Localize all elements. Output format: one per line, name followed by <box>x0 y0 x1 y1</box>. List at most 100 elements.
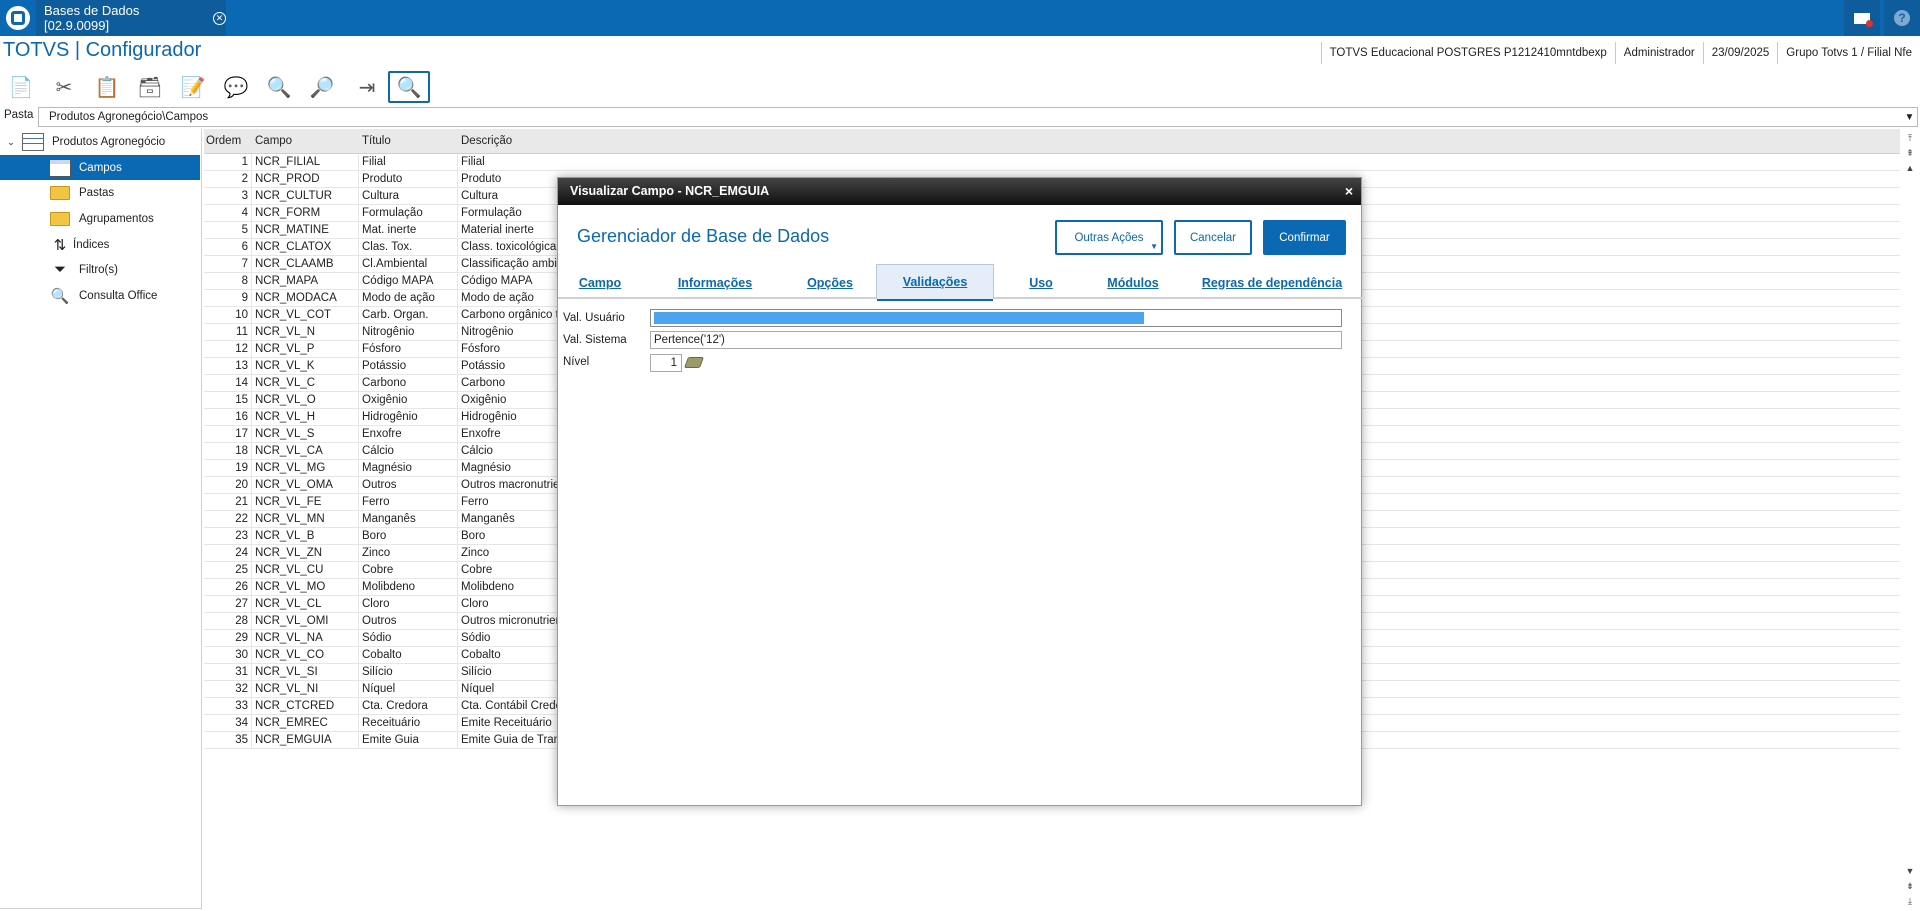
cell-titulo: Filial <box>359 154 458 170</box>
tab-campo[interactable]: Campo <box>573 266 627 299</box>
tree-item-indices[interactable]: ⇅ Índices <box>0 232 200 257</box>
scroll-bottom-icon[interactable]: ⤓ <box>1902 894 1918 908</box>
outras-acoes-label: Outras Ações <box>1074 231 1144 244</box>
date-info[interactable]: 23/09/2025 <box>1702 42 1778 64</box>
cell-titulo: Silício <box>359 664 458 680</box>
lookup-icon[interactable] <box>683 357 705 368</box>
scroll-down-icon[interactable]: ▼ <box>1902 864 1918 878</box>
cell-ordem: 17 <box>204 426 252 442</box>
val-usuario-input[interactable] <box>650 309 1342 327</box>
window-tab[interactable]: Bases de Dados [02.9.0099] ✕ <box>36 0 226 36</box>
cell-titulo: Níquel <box>359 681 458 697</box>
cell-titulo: Cultura <box>359 188 458 204</box>
nivel-input[interactable]: 1 <box>650 354 682 372</box>
cell-campo: NCR_VL_B <box>252 528 359 544</box>
table-row[interactable]: 1 NCR_FILIAL Filial Filial <box>204 154 1900 171</box>
exit-icon[interactable]: ⇥ <box>351 71 383 103</box>
tree-item-consulta-office[interactable]: 🔍 Consulta Office <box>0 283 200 308</box>
cell-titulo: Magnésio <box>359 460 458 476</box>
tab-validacoes[interactable]: Validações <box>876 264 994 301</box>
search-icon[interactable]: 🔍 <box>263 71 295 103</box>
view-icon[interactable]: 🔍 <box>388 71 430 103</box>
cell-titulo: Manganês <box>359 511 458 527</box>
cell-titulo: Ferro <box>359 494 458 510</box>
tree-item-campos[interactable]: Campos <box>0 155 200 180</box>
cell-ordem: 4 <box>204 205 252 221</box>
cell-campo: NCR_VL_CL <box>252 596 359 612</box>
cell-ordem: 15 <box>204 392 252 408</box>
cell-campo: NCR_VL_MO <box>252 579 359 595</box>
edit-icon[interactable]: 📝 <box>177 71 209 103</box>
question-icon: ? <box>1894 10 1910 26</box>
outras-acoes-button[interactable]: Outras Ações ▼ <box>1055 220 1163 255</box>
close-icon[interactable]: × <box>1345 178 1353 205</box>
cell-titulo: Cl.Ambiental <box>359 256 458 272</box>
grid-header: Ordem Campo Título Descrição <box>204 129 1900 154</box>
search-next-icon[interactable]: 🔎 <box>306 71 338 103</box>
cell-ordem: 3 <box>204 188 252 204</box>
path-select[interactable]: Produtos Agronegócio\Campos <box>38 107 1905 127</box>
cell-campo: NCR_VL_MG <box>252 460 359 476</box>
user-info[interactable]: Administrador <box>1614 42 1703 64</box>
cell-campo: NCR_VL_OMA <box>252 477 359 493</box>
tree-item-filtros[interactable]: ⏷ Filtro(s) <box>0 257 200 282</box>
dialog-heading: Gerenciador de Base de Dados <box>577 226 830 246</box>
tab-informacoes[interactable]: Informações <box>665 266 765 299</box>
scroll-top-icon[interactable]: ⤒ <box>1902 131 1918 145</box>
mail-icon <box>1854 12 1873 27</box>
cell-campo: NCR_MODACA <box>252 290 359 306</box>
session-info: TOTVS Educacional POSTGRES P1212410mntdb… <box>1320 42 1920 64</box>
cell-campo: NCR_VL_CO <box>252 647 359 663</box>
close-tab-icon[interactable]: ✕ <box>213 11 226 25</box>
mail-button[interactable] <box>1844 0 1880 36</box>
tab-uso[interactable]: Uso <box>1011 266 1071 299</box>
cell-campo: NCR_VL_ZN <box>252 545 359 561</box>
cell-campo: NCR_FILIAL <box>252 154 359 170</box>
tree-item-label: Agrupamentos <box>79 212 154 225</box>
column-header-descricao[interactable]: Descrição <box>458 129 1900 153</box>
tab-regras-de-dependencia[interactable]: Regras de dependência <box>1188 266 1356 299</box>
app-header: TOTVS | Configurador TOTVS Educacional P… <box>0 36 1920 69</box>
chevron-down-icon[interactable]: ▼ <box>1902 107 1918 127</box>
window-tab-title: Bases de Dados [02.9.0099] <box>44 3 140 33</box>
cell-titulo: Cta. Credora <box>359 698 458 714</box>
database-table-icon <box>22 133 44 151</box>
val-sistema-input[interactable]: Pertence('12') <box>650 331 1342 349</box>
branch-info[interactable]: Grupo Totvs 1 / Filial Nfe <box>1777 42 1920 64</box>
tree-item-pastas[interactable]: Pastas <box>0 180 200 205</box>
cell-campo: NCR_EMREC <box>252 715 359 731</box>
confirmar-button[interactable]: Confirmar <box>1263 220 1346 255</box>
totvs-logo-icon[interactable] <box>0 0 36 36</box>
cell-campo: NCR_VL_FE <box>252 494 359 510</box>
dialog-tabs: Campo Informações Opções Validações Uso … <box>558 264 1363 301</box>
tree-root-produtos-agronegocio[interactable]: ⌄ Produtos Agronegócio <box>0 130 200 154</box>
copy-icon[interactable]: 📄 <box>5 71 37 103</box>
paste-icon[interactable]: 📋 <box>91 71 123 103</box>
environment-info[interactable]: TOTVS Educacional POSTGRES P1212410mntdb… <box>1320 42 1615 64</box>
cut-icon[interactable]: ✂ <box>48 71 80 103</box>
cell-ordem: 12 <box>204 341 252 357</box>
cell-campo: NCR_CLAAMB <box>252 256 359 272</box>
chevron-down-icon[interactable]: ⌄ <box>4 137 18 148</box>
tree-item-agrupamentos[interactable]: Agrupamentos <box>0 206 200 231</box>
scroll-page-down-icon[interactable]: ⇟ <box>1902 879 1918 893</box>
text-selection-highlight <box>654 312 1144 324</box>
help-icon[interactable]: 💬 <box>220 71 252 103</box>
scroll-up-icon[interactable]: ▲ <box>1902 161 1918 175</box>
cell-campo: NCR_VL_C <box>252 375 359 391</box>
cancelar-button[interactable]: Cancelar <box>1174 220 1252 255</box>
filter-icon: ⏷ <box>53 261 66 278</box>
database-icon[interactable]: 🗃 <box>134 71 166 103</box>
help-button[interactable]: ? <box>1884 0 1920 36</box>
cell-ordem: 21 <box>204 494 252 510</box>
cell-ordem: 35 <box>204 732 252 748</box>
cell-ordem: 2 <box>204 171 252 187</box>
column-header-ordem[interactable]: Ordem <box>204 129 252 153</box>
column-header-titulo[interactable]: Título <box>359 129 458 153</box>
tab-opcoes[interactable]: Opções <box>795 266 865 299</box>
column-header-campo[interactable]: Campo <box>252 129 359 153</box>
grid-scrollbar[interactable]: ⤒ ⇞ ▲ ▼ ⇟ ⤓ <box>1902 129 1918 909</box>
tab-modulos[interactable]: Módulos <box>1088 266 1178 299</box>
scroll-page-up-icon[interactable]: ⇞ <box>1902 146 1918 160</box>
cell-ordem: 19 <box>204 460 252 476</box>
